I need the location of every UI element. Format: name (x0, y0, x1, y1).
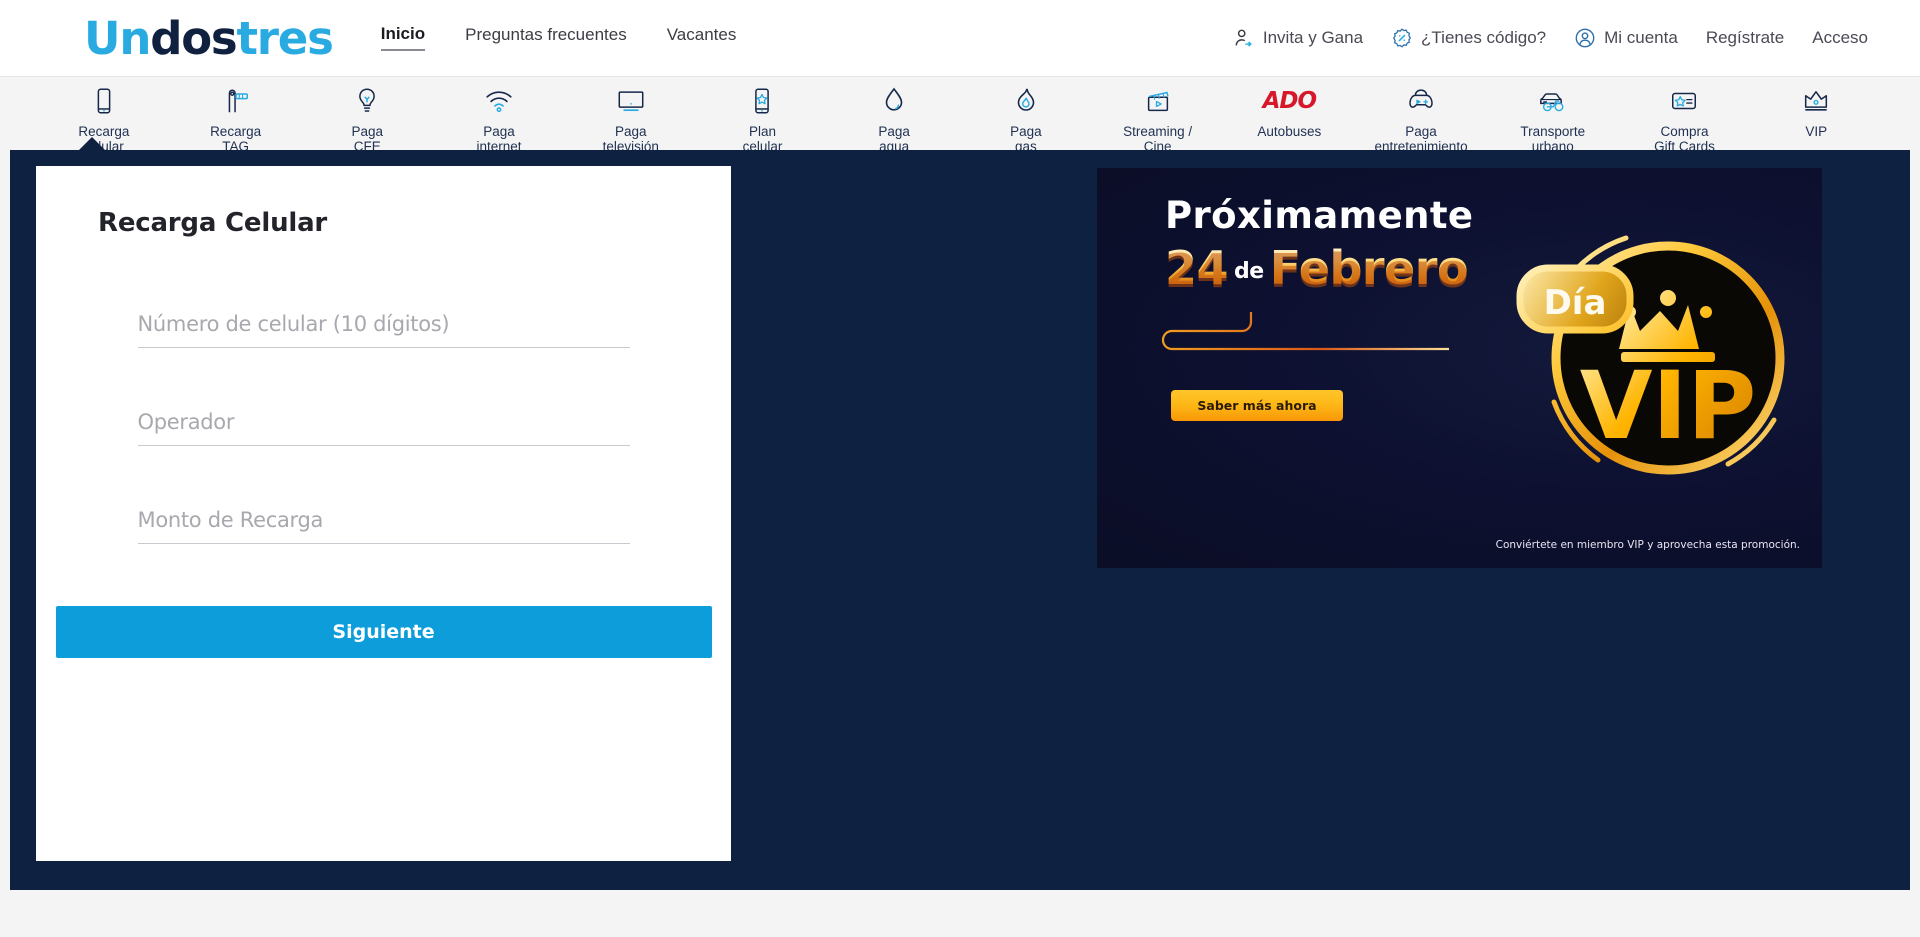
amount-placeholder: Monto de Recarga (137, 508, 324, 532)
amount-field[interactable]: Monto de Recarga (137, 508, 630, 544)
logo-part-un: Un (84, 11, 151, 65)
service-compra-gift-cards[interactable]: Compra Gift Cards (1619, 77, 1751, 154)
service-paga-agua[interactable]: Paga agua (828, 77, 960, 154)
active-tab-pointer (78, 137, 106, 151)
water-drop-icon (879, 84, 909, 118)
service-label: Autobuses (1257, 124, 1322, 139)
service-streaming-cine[interactable]: Streaming / Cine (1092, 77, 1224, 154)
recharge-form-card: Recarga Celular Número de celular (10 dí… (36, 166, 731, 861)
primary-nav: Inicio Preguntas frecuentes Vacantes (380, 24, 737, 53)
toll-barrier-icon (221, 84, 251, 118)
nav-item-label: Acceso (1812, 28, 1868, 47)
page-title: Recarga Celular (98, 208, 328, 238)
form-fields: Número de celular (10 dígitos) Operador … (36, 312, 731, 544)
nav-link-vacantes[interactable]: Vacantes (667, 25, 737, 50)
saber-mas-button[interactable]: Saber más ahora (1171, 390, 1343, 421)
service-label: VIP (1805, 124, 1828, 139)
clapperboard-icon (1143, 84, 1173, 118)
service-paga-gas[interactable]: Paga gas (960, 77, 1092, 154)
service-autobuses[interactable]: ADO Autobuses (1223, 77, 1355, 140)
service-paga-television[interactable]: Paga televisión (565, 77, 697, 154)
nav-item-label: Mi cuenta (1604, 28, 1678, 47)
dia-vip-badge: VIP Día (1516, 235, 1785, 475)
nav-link-inicio[interactable]: Inicio (380, 24, 426, 51)
ado-logo-icon: ADO (1262, 84, 1317, 118)
service-transporte-urbano[interactable]: Transporte urbano (1487, 77, 1619, 154)
gamepad-icon (1405, 84, 1437, 118)
user-nav: Invita y Gana ¿Tienes código? Mi cuenta (1233, 27, 1868, 49)
service-paga-entretenimiento[interactable]: Paga entretenimiento (1355, 77, 1487, 154)
promo-footnote: Conviértete en miembro VIP y aprovecha e… (1495, 539, 1800, 551)
phone-number-placeholder: Número de celular (10 dígitos) (137, 312, 450, 336)
nav-link-preguntas-frecuentes[interactable]: Preguntas frecuentes (465, 25, 627, 50)
service-paga-internet[interactable]: Paga internet (433, 77, 565, 154)
promo-date-month: Febrero (1269, 241, 1469, 295)
service-paga-cfe[interactable]: Paga CFE (301, 77, 433, 154)
siguiente-button[interactable]: Siguiente (55, 606, 712, 658)
flame-icon (1011, 84, 1041, 118)
discount-badge-icon (1391, 27, 1413, 49)
lightbulb-icon (352, 84, 382, 118)
ado-wordmark: ADO (1262, 88, 1317, 114)
service-recarga-tag[interactable]: Recarga TAG (170, 77, 302, 154)
nav-item-label: ¿Tienes código? (1421, 28, 1547, 47)
service-icon-bar: Recarga celular Recarga TAG Paga CFE Pag… (0, 76, 1920, 153)
gift-card-icon (1669, 84, 1699, 118)
promo-headline: Próximamente (1165, 194, 1474, 237)
promo-date-connector: de (1234, 259, 1264, 284)
promo-text-block: Próximamente 24 de Febrero (1165, 194, 1495, 295)
user-circle-icon (1574, 27, 1596, 49)
tv-monitor-icon (616, 84, 646, 118)
promo-banner[interactable]: Próximamente 24 de Febrero Saber más ahora (1097, 168, 1822, 568)
dia-badge-text: Día (1544, 283, 1607, 323)
crown-icon (1801, 84, 1831, 118)
nav-item-label: Invita y Gana (1262, 28, 1364, 47)
content-panel: Recarga Celular Número de celular (10 dí… (10, 137, 1910, 890)
nav-item-invita-y-gana[interactable]: Invita y Gana (1233, 27, 1363, 49)
nav-item-acceso[interactable]: Acceso (1812, 28, 1868, 48)
promo-date-number: 24 (1165, 241, 1229, 295)
nav-item-label: Regístrate (1705, 28, 1785, 47)
operator-placeholder: Operador (137, 410, 235, 434)
service-plan-celular[interactable]: Plan celular (697, 77, 829, 154)
site-header: Undostres Inicio Preguntas frecuentes Va… (0, 0, 1920, 76)
promo-date: 24 de Febrero (1165, 241, 1495, 295)
nav-item-mi-cuenta[interactable]: Mi cuenta (1574, 27, 1678, 49)
smartphone-icon (89, 84, 119, 118)
logo-part-dos: dos (150, 11, 238, 65)
promo-swoosh-decoration (1161, 312, 1449, 351)
user-share-icon (1233, 27, 1255, 49)
nav-item-tienes-codigo[interactable]: ¿Tienes código? (1391, 27, 1546, 49)
car-bike-icon (1537, 84, 1569, 118)
nav-item-registrate[interactable]: Regístrate (1706, 28, 1784, 48)
phone-number-field[interactable]: Número de celular (10 dígitos) (137, 312, 630, 348)
phone-star-icon (747, 84, 777, 118)
service-vip[interactable]: VIP (1750, 77, 1882, 140)
vip-badge-text: VIP (1580, 352, 1757, 461)
brand-logo[interactable]: Undostres (84, 16, 334, 61)
logo-part-tres: tres (236, 11, 334, 65)
wifi-icon (484, 84, 514, 118)
operator-field[interactable]: Operador (137, 410, 630, 446)
